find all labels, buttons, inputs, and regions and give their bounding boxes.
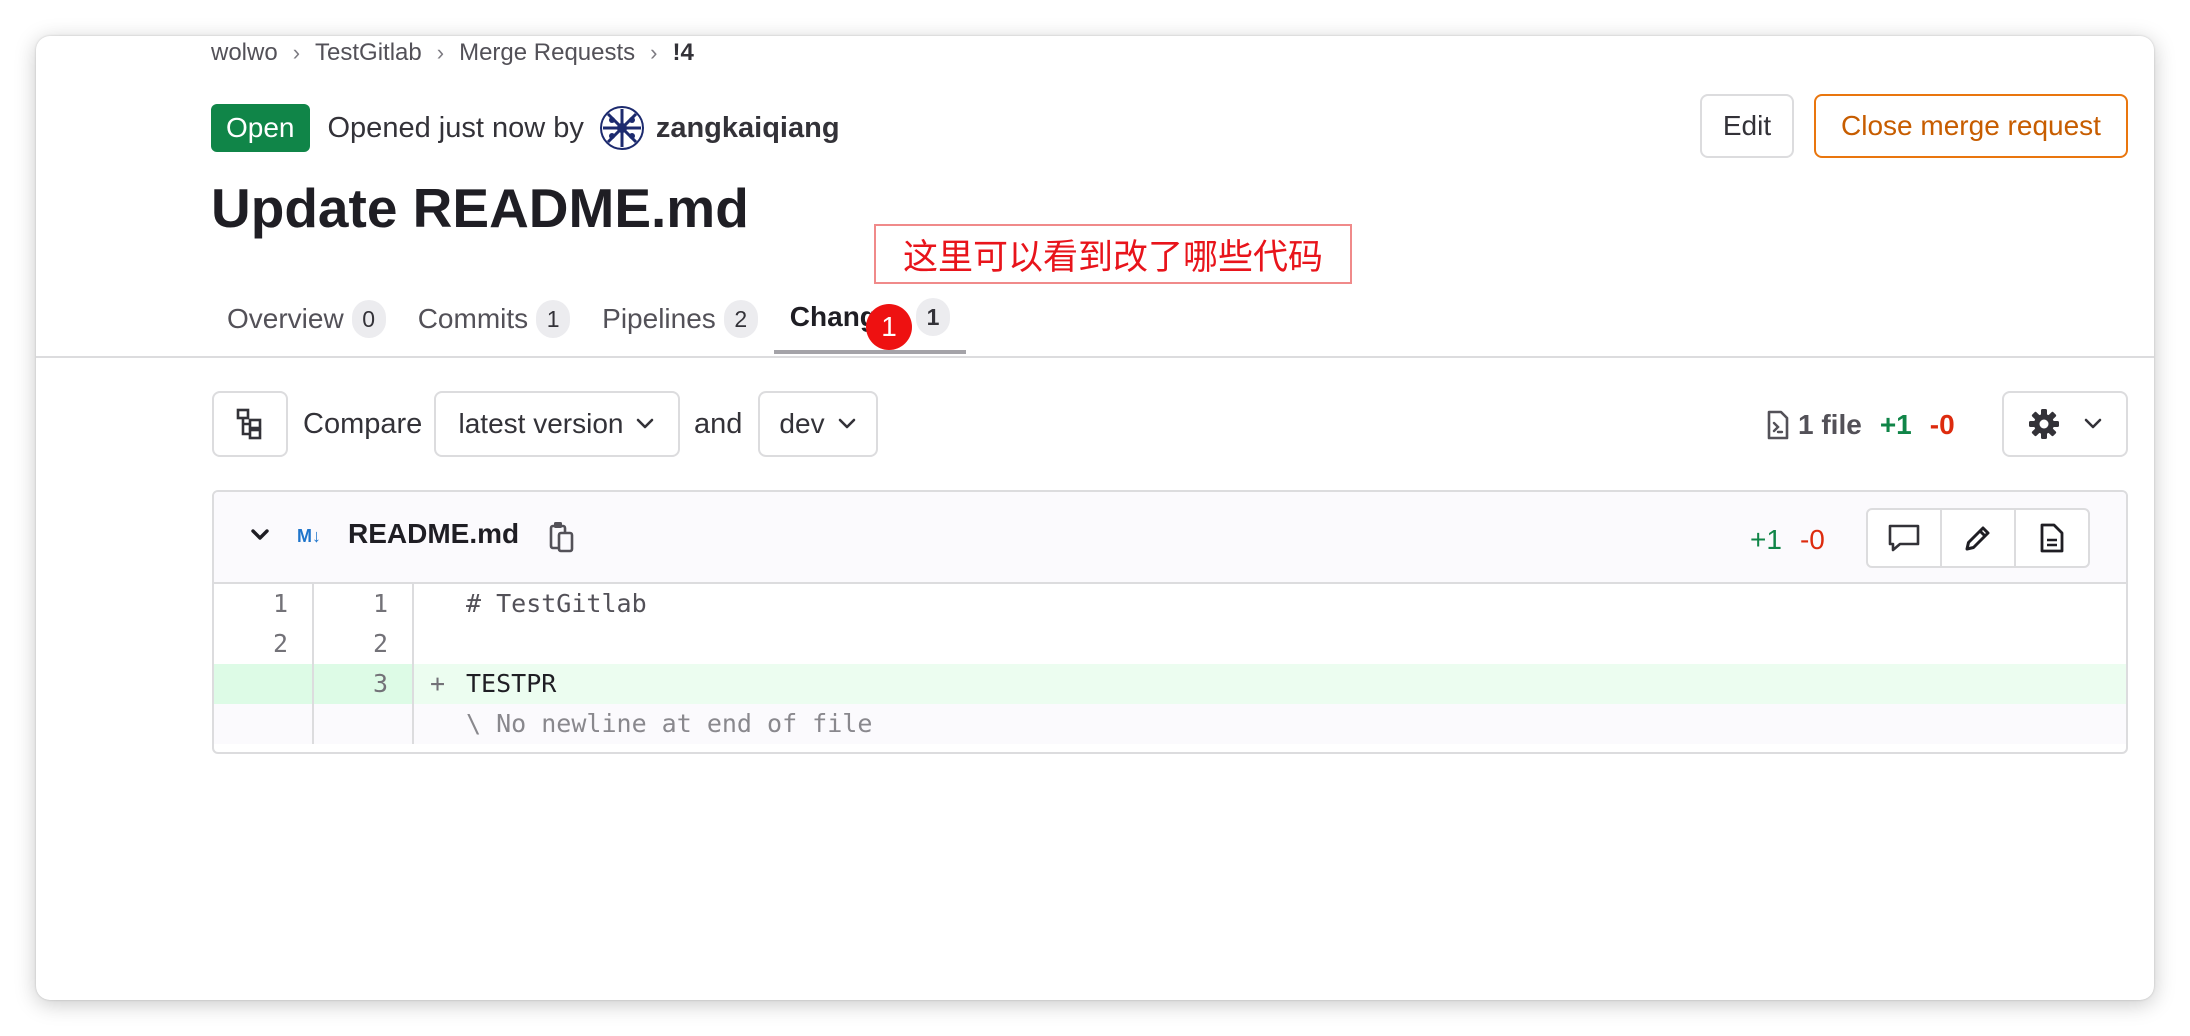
breadcrumb-item-current[interactable]: !4 <box>673 39 694 67</box>
breadcrumb: wolwo › TestGitlab › Merge Requests › !4 <box>211 36 694 70</box>
edit-button[interactable]: Edit <box>1700 94 1794 158</box>
author-link[interactable]: zangkaiqiang <box>656 112 840 145</box>
file-actions <box>1866 508 2090 568</box>
version-dropdown[interactable]: latest version <box>434 391 680 457</box>
old-line-number[interactable]: 2 <box>214 624 314 664</box>
diff-stats: 1 file +1 -0 <box>1766 405 1955 445</box>
tab-label: Overview <box>227 303 344 334</box>
target-branch-dropdown[interactable]: dev <box>758 391 878 457</box>
tab-count-badge: 1 <box>536 300 571 338</box>
edit-file-button[interactable] <box>1940 508 2016 568</box>
line-text: TESTPR <box>466 669 557 698</box>
file-diff-icon <box>1767 410 1789 440</box>
file-additions: +1 <box>1750 524 1782 555</box>
tabs-divider <box>36 356 2154 358</box>
annotation-callout: 这里可以看到改了哪些代码 <box>874 224 1352 284</box>
app-window: wolwo › TestGitlab › Merge Requests › !4… <box>36 36 2154 1000</box>
line-code <box>414 624 2126 664</box>
tab-count-badge: 1 <box>916 298 951 336</box>
comment-button[interactable] <box>1866 508 1942 568</box>
chevron-down-icon <box>2084 418 2102 429</box>
file-deletions: -0 <box>1799 524 1825 555</box>
diff-line-added: 3 + TESTPR <box>214 664 2126 704</box>
diff-settings-dropdown[interactable] <box>2002 391 2128 457</box>
chevron-right-icon: › <box>650 40 658 65</box>
gear-icon <box>2029 409 2059 439</box>
diff-line-note: \ No newline at end of file <box>214 704 2126 744</box>
tab-label: Commits <box>417 303 529 334</box>
total-additions: +1 <box>1879 409 1912 440</box>
tab-label: Pipelines <box>602 303 716 334</box>
status-badge: Open <box>211 104 310 152</box>
line-code: # TestGitlab <box>414 584 2126 624</box>
version-dropdown-value: latest version <box>458 408 624 439</box>
line-code: \ No newline at end of file <box>414 704 2126 744</box>
line-code: + TESTPR <box>414 664 2126 704</box>
file-tree-icon <box>236 408 262 440</box>
diff-sign: + <box>430 669 446 698</box>
diff-content: 1 1 # TestGitlab 2 2 3 + TESTPR \ No newl… <box>214 584 2126 744</box>
new-line-number[interactable]: 2 <box>314 624 414 664</box>
close-merge-request-button[interactable]: Close merge request <box>1814 94 2128 158</box>
old-line-number[interactable] <box>214 664 314 704</box>
tab-commits[interactable]: Commits 1 <box>402 284 586 354</box>
avatar-image <box>599 106 644 150</box>
new-line-number[interactable]: 1 <box>314 584 414 624</box>
total-deletions: -0 <box>1929 409 1955 440</box>
breadcrumb-item-merge-requests[interactable]: Merge Requests <box>459 39 635 67</box>
collapse-chevron-icon[interactable] <box>250 528 270 542</box>
target-branch-value: dev <box>779 408 825 439</box>
compare-label: Compare <box>303 408 423 440</box>
line-text: # TestGitlab <box>466 589 647 618</box>
old-line-number <box>214 704 314 744</box>
chevron-down-icon <box>637 418 654 429</box>
markdown-file-icon: M↓ <box>297 526 321 546</box>
tab-overview[interactable]: Overview 0 <box>211 284 402 354</box>
diff-line: 2 2 <box>214 624 2126 664</box>
pencil-icon <box>1965 526 1990 551</box>
file-name[interactable]: README.md <box>348 518 519 550</box>
new-line-number[interactable]: 3 <box>314 664 414 704</box>
copy-file-path-icon[interactable] <box>548 520 576 554</box>
new-line-number <box>314 704 414 744</box>
merge-request-meta: Open Opened just now by zangkaiqiang <box>211 104 840 152</box>
breadcrumb-item-project[interactable]: TestGitlab <box>315 39 422 67</box>
tab-count-badge: 0 <box>351 300 386 338</box>
tab-pipelines[interactable]: Pipelines 2 <box>586 284 774 354</box>
and-label: and <box>694 408 743 440</box>
chevron-right-icon: › <box>292 40 301 65</box>
diff-line: 1 1 # TestGitlab <box>214 584 2126 624</box>
line-text: \ No newline at end of file <box>466 709 873 738</box>
merge-request-tabs: Overview 0 Commits 1 Pipelines 2 Changes… <box>211 284 967 354</box>
file-count: 1 file <box>1798 409 1862 440</box>
file-tree-toggle-button[interactable] <box>212 391 288 457</box>
file-diff: M↓ README.md +1 -0 1 1 # TestGitlab 2 2 … <box>212 490 2128 754</box>
tab-count-badge: 2 <box>723 300 758 338</box>
page-title: Update README.md <box>211 177 749 239</box>
chevron-down-icon <box>838 418 855 429</box>
file-header: M↓ README.md +1 -0 <box>214 492 2126 584</box>
opened-text: Opened just now by <box>327 111 584 144</box>
comment-icon <box>1888 524 1920 552</box>
old-line-number[interactable]: 1 <box>214 584 314 624</box>
avatar[interactable] <box>599 106 644 150</box>
view-file-button[interactable] <box>2014 508 2090 568</box>
file-icon <box>2040 523 2064 553</box>
chevron-right-icon: › <box>436 40 445 65</box>
breadcrumb-item-namespace[interactable]: wolwo <box>211 39 278 67</box>
annotation-marker: 1 <box>866 304 912 350</box>
file-diff-stats: +1 -0 <box>1750 524 1825 556</box>
